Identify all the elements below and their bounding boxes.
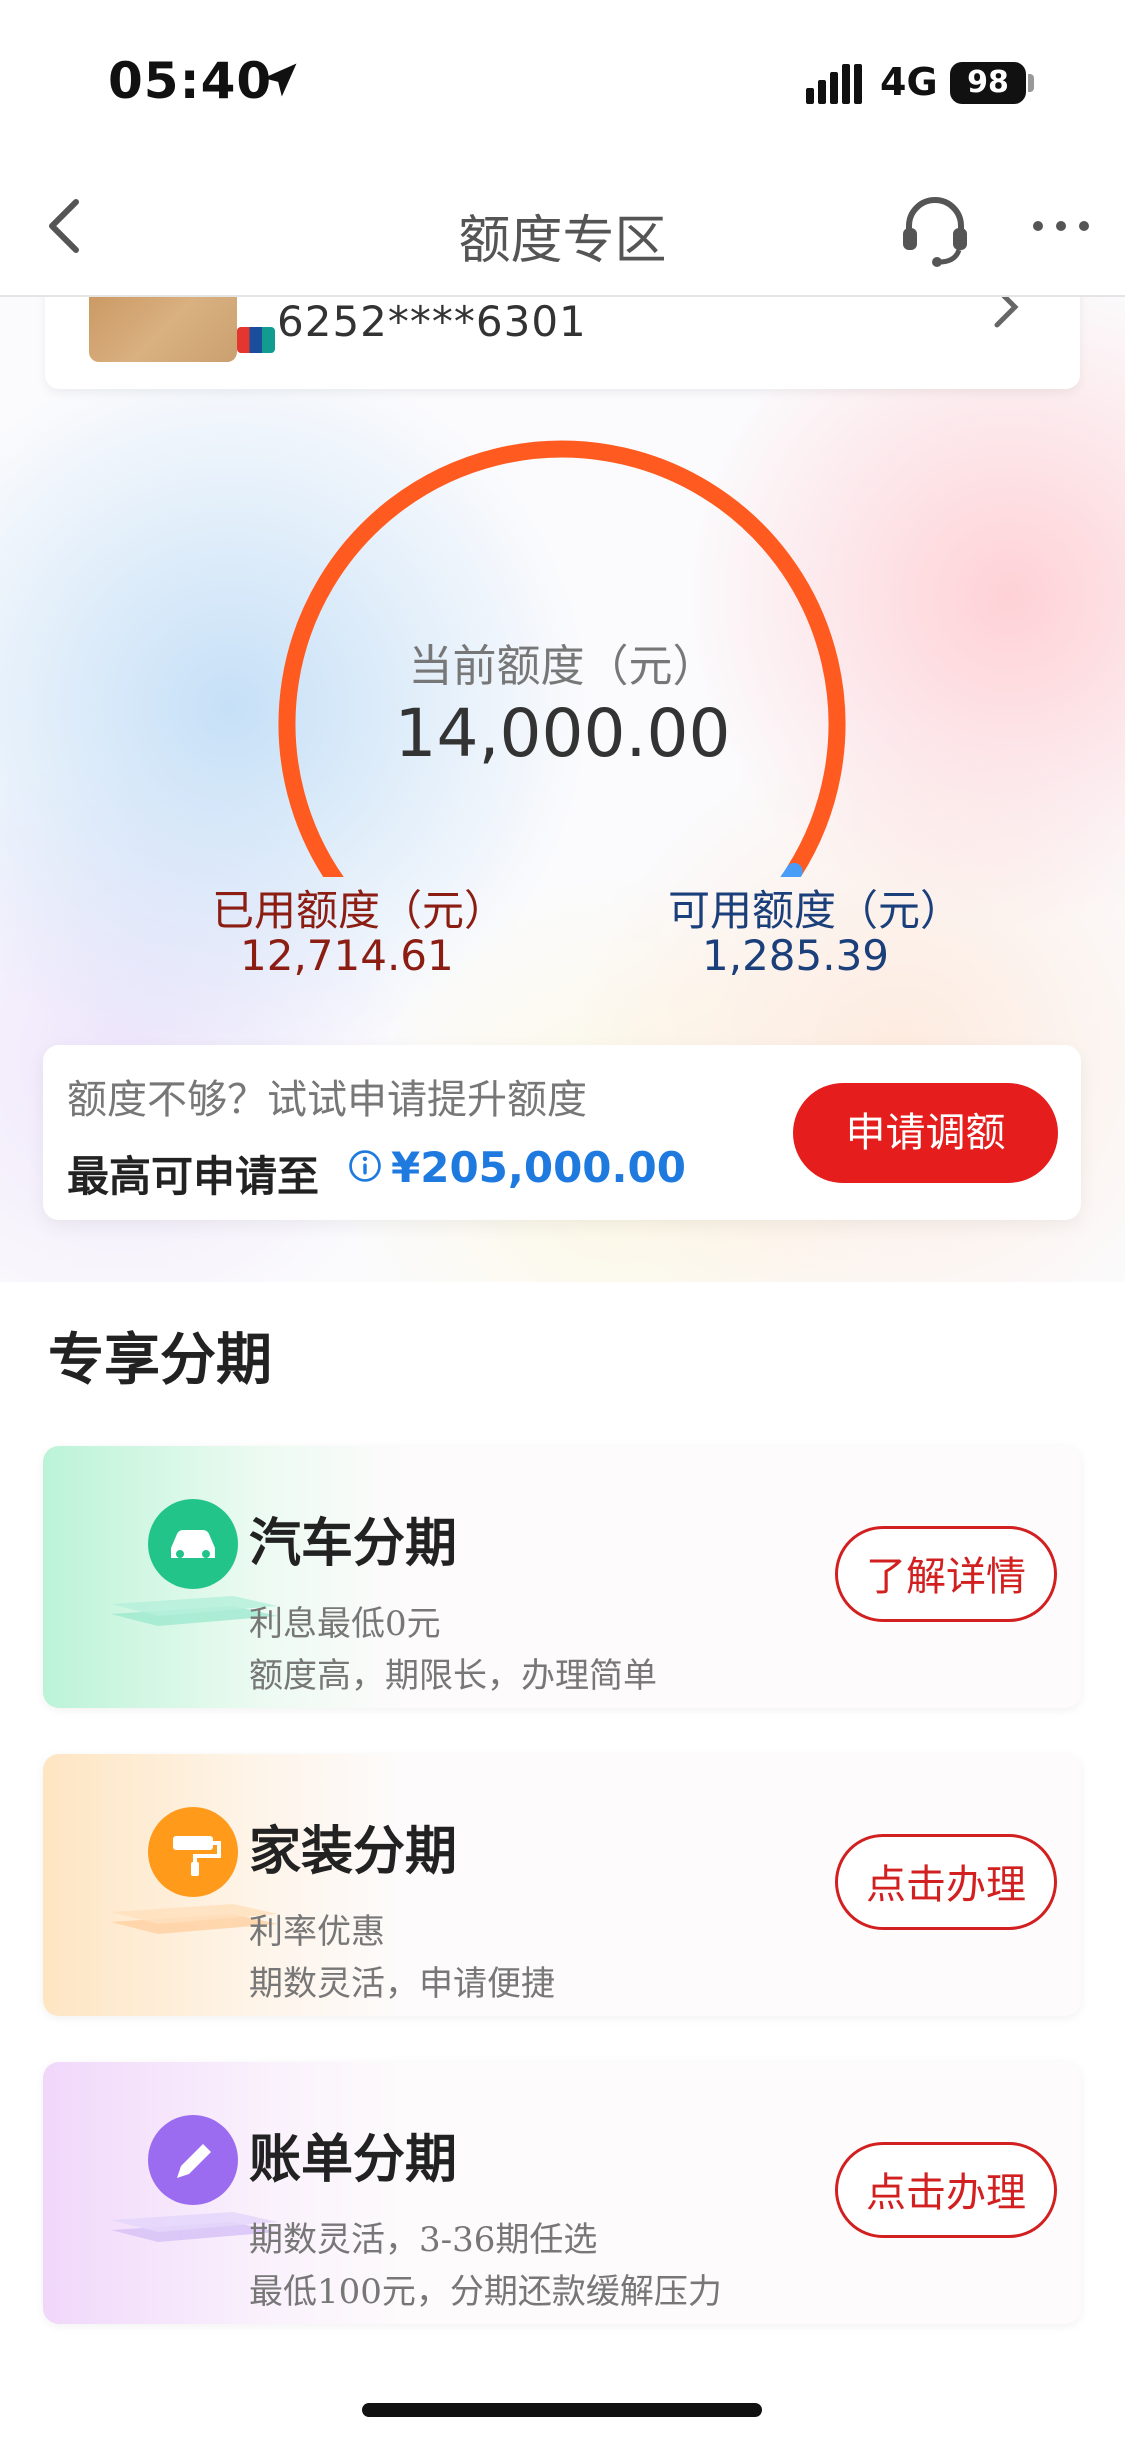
- used-quota-value: 12,714.61: [240, 931, 454, 980]
- installment-desc: 期数灵活，3-36期任选: [249, 2220, 598, 2260]
- battery-tip: [1028, 74, 1034, 92]
- current-quota-label: 当前额度（元）: [408, 641, 717, 692]
- nav-bar: 额度专区: [0, 160, 1125, 297]
- car-installment-card[interactable]: 汽车分期 利息最低0元 额度高，期限长，办理简单 了解详情: [43, 1446, 1081, 1708]
- apply-adjust-limit-button[interactable]: 申请调额: [793, 1083, 1058, 1183]
- current-quota-value: 14,000.00: [394, 695, 731, 772]
- installment-desc: 最低100元，分期还款缓解压力: [249, 2272, 722, 2312]
- battery-indicator: 98: [950, 62, 1026, 104]
- available-quota-label: 可用额度（元）: [668, 886, 963, 935]
- installment-title: 汽车分期: [249, 1514, 458, 1574]
- customer-service-headset-icon[interactable]: [895, 190, 975, 270]
- home-decoration-installment-card[interactable]: 家装分期 利率优惠 期数灵活，申请便捷 点击办理: [43, 1754, 1081, 2016]
- status-bar: 05:40 4G 98: [0, 0, 1125, 160]
- credit-card-thumbnail: [89, 297, 275, 362]
- max-apply-label: 最高可申请至: [67, 1152, 320, 1201]
- chevron-right-icon[interactable]: [985, 297, 1025, 333]
- status-time: 05:40: [108, 52, 273, 110]
- raise-limit-hint: 额度不够？试试申请提升额度: [67, 1077, 587, 1123]
- installment-desc: 额度高，期限长，办理简单: [249, 1656, 657, 1696]
- signal-icon: [806, 64, 862, 104]
- info-icon[interactable]: [348, 1149, 382, 1183]
- used-quota-label: 已用额度（元）: [212, 886, 507, 935]
- available-quota-value: 1,285.39: [702, 931, 890, 980]
- home-indicator: [362, 2403, 762, 2417]
- installment-title: 家装分期: [249, 1822, 458, 1882]
- apply-now-button[interactable]: 点击办理: [835, 2142, 1057, 2238]
- unionpay-logo-icon: [237, 327, 275, 353]
- raise-limit-card: 额度不够？试试申请提升额度 最高可申请至 ¥205,000.00 申请调额: [43, 1045, 1081, 1220]
- installments-section-title: 专享分期: [48, 1328, 272, 1393]
- apply-now-button[interactable]: 点击办理: [835, 1834, 1057, 1930]
- more-options-icon[interactable]: [1030, 216, 1092, 236]
- learn-more-button[interactable]: 了解详情: [835, 1526, 1057, 1622]
- installment-desc: 期数灵活，申请便捷: [249, 1964, 555, 2004]
- installment-title: 账单分期: [249, 2130, 458, 2190]
- network-type: 4G: [880, 60, 938, 104]
- quota-hero: 6252****6301 当前额度（元） 14,000.00 已用额度（元） 1…: [0, 297, 1125, 1282]
- bill-installment-card[interactable]: 账单分期 期数灵活，3-36期任选 最低100元，分期还款缓解压力 点击办理: [43, 2062, 1081, 2324]
- location-arrow-icon: [263, 63, 297, 97]
- max-apply-value: ¥205,000.00: [391, 1143, 686, 1192]
- card-selector[interactable]: 6252****6301: [45, 297, 1080, 389]
- installment-desc: 利息最低0元: [249, 1604, 441, 1644]
- card-number: 6252****6301: [277, 297, 587, 346]
- installment-desc: 利率优惠: [249, 1912, 385, 1952]
